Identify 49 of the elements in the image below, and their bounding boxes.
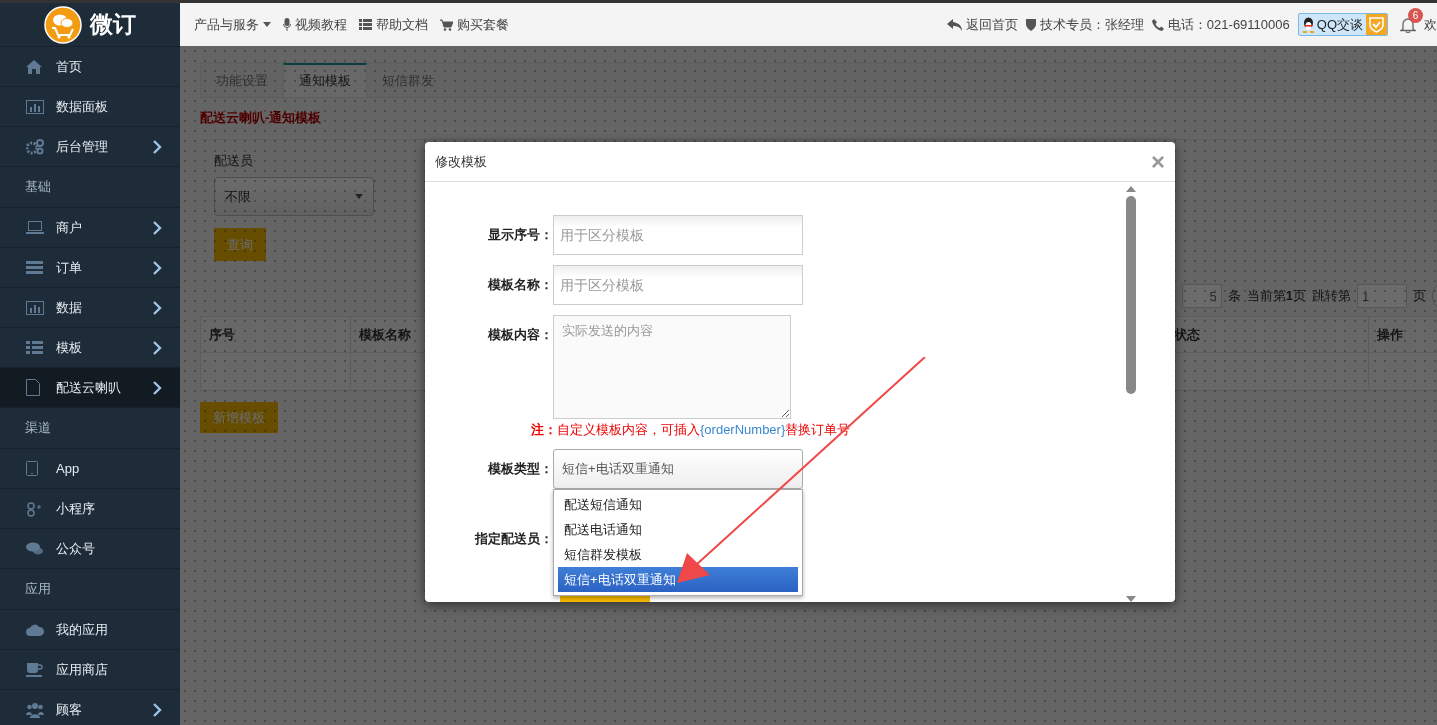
- sidebar-item-label: 订单: [56, 258, 83, 277]
- support-contact: 技术专员：张经理: [1039, 15, 1144, 34]
- content-textarea[interactable]: 实际发送的内容: [553, 315, 791, 419]
- sidebar-item-label: 模板: [56, 338, 83, 357]
- home-link[interactable]: 返回首页: [946, 15, 1018, 34]
- sidebar-item-label: 应用商店: [56, 660, 109, 679]
- dropdown-option[interactable]: 短信群发模板: [558, 542, 798, 567]
- nav-link[interactable]: 视频教程: [283, 15, 347, 34]
- column-header: 操作: [1368, 316, 1437, 353]
- welcome-text: 欢: [1424, 15, 1437, 34]
- sidebar-item-label: 数据: [56, 298, 83, 317]
- notification-badge: 6: [1408, 7, 1423, 23]
- sidebar-item-label: 配送云喇叭: [56, 378, 122, 397]
- field-label: 指定配送员：: [473, 530, 553, 548]
- sidebar-item-label: 公众号: [56, 539, 96, 558]
- text-input[interactable]: 用于区分模板: [553, 265, 803, 305]
- dropdown-option[interactable]: 短信+电话双重通知: [558, 567, 798, 592]
- dropdown-option[interactable]: 配送短信通知: [558, 492, 798, 517]
- page-size-unit: 条: [1227, 287, 1241, 305]
- modal-title: 修改模板: [435, 152, 487, 171]
- sidebar-item-label: 顾客: [56, 700, 83, 719]
- phone-number: 电话：021-69110006: [1167, 15, 1290, 34]
- nav-link[interactable]: 购买套餐: [440, 15, 509, 34]
- sidebar-item-label: 我的应用: [56, 620, 109, 639]
- text-input[interactable]: 用于区分模板: [553, 215, 803, 255]
- field-label: 显示序号：: [487, 226, 553, 244]
- sidebar-item-label: 小程序: [56, 499, 96, 518]
- logo-text: 微订: [90, 10, 136, 39]
- sidebar-item-label: 后台管理: [56, 137, 109, 156]
- sidebar-item-label: App: [56, 461, 81, 476]
- type-select[interactable]: 短信+电话双重通知: [553, 449, 803, 489]
- sidebar-item-label: 商户: [56, 218, 83, 237]
- sidebar-item-label: 首页: [56, 57, 83, 76]
- nav-link[interactable]: 帮助文档: [359, 15, 428, 34]
- nav-link[interactable]: 产品与服务: [194, 15, 271, 34]
- page-unit: 页: [1413, 287, 1426, 305]
- field-label: 模板类型：: [486, 460, 553, 478]
- field-label: 模板名称：: [486, 276, 553, 294]
- column-header: 序号: [200, 316, 351, 353]
- field-label: 模板内容：: [486, 326, 553, 344]
- page-title: 配送云喇叭-通知模板: [200, 98, 1437, 140]
- sidebar-item[interactable]: 订单: [0, 248, 180, 288]
- dropdown-option[interactable]: 配送电话通知: [558, 517, 798, 542]
- sidebar-item-label: 数据面板: [56, 97, 109, 116]
- current-page-text: 当前第1页: [1246, 287, 1306, 305]
- sidebar-item[interactable]: 配送云喇叭: [0, 368, 180, 408]
- jump-label: 跳转第: [1312, 287, 1351, 305]
- qq-chat-button[interactable]: QQ交谈: [1297, 13, 1388, 36]
- filter-label: 配送员: [214, 152, 253, 170]
